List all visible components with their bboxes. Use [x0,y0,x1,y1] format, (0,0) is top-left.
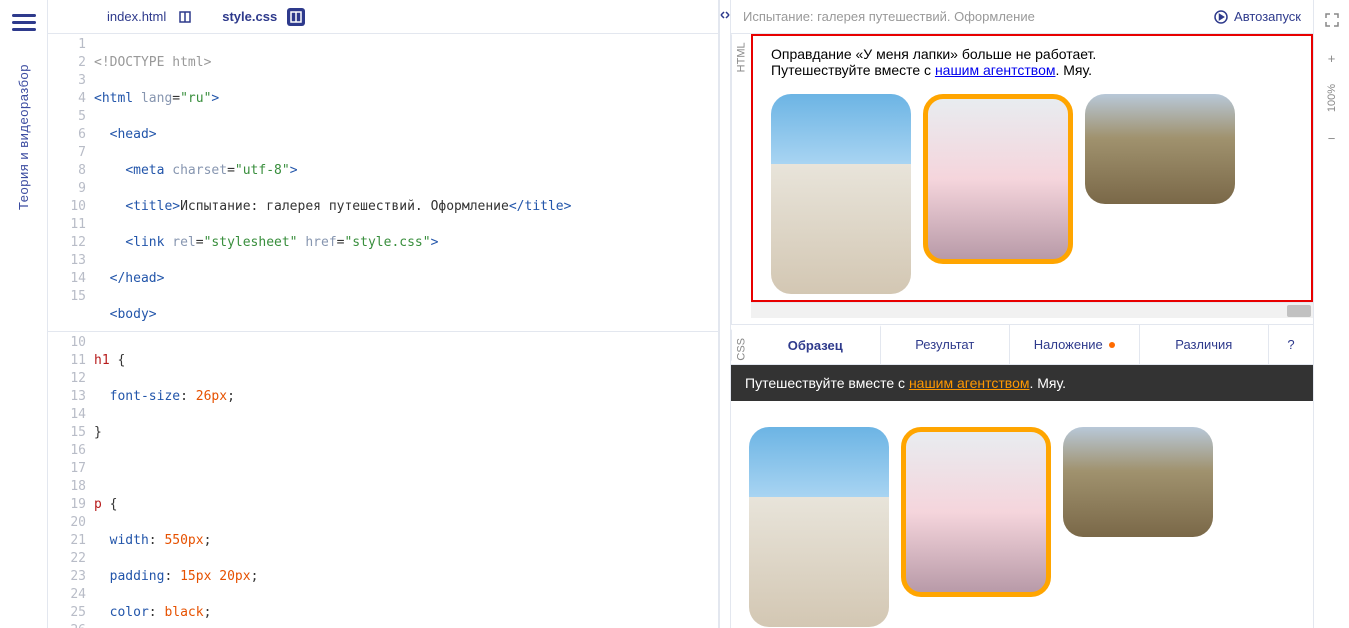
preview-render-bottom[interactable]: Путешествуйте вместе с нашим агентством.… [731,365,1313,628]
editor-area: index.html style.css 1234567891011121314… [48,0,719,628]
tab-sample[interactable]: Образец [751,325,881,364]
zoom-level: 100% [1326,84,1338,112]
preview-title: Испытание: галерея путешествий. Оформлен… [743,9,1214,24]
tab-label: style.css [222,9,277,24]
vertical-splitter[interactable] [719,0,731,628]
expand-icon[interactable] [1320,8,1344,32]
lang-label-html: HTML [731,34,751,324]
lang-label-css: CSS [731,330,751,361]
image-greece [771,94,911,294]
agency-link[interactable]: нашим агентством [909,375,1030,391]
line-gutter: 1011121314151617181920212223242526272829 [48,332,94,628]
image-japan [901,427,1051,597]
preview-header: Испытание: галерея путешествий. Оформлен… [731,0,1313,34]
preview-render-top[interactable]: Оправдание «У меня лапки» больше не рабо… [751,34,1313,324]
image-turkey [1085,94,1235,204]
editor-tabs: index.html style.css [48,0,718,34]
autorun-toggle[interactable]: Автозапуск [1214,9,1301,24]
tab-overlay[interactable]: Наложение [1010,325,1140,364]
tab-diff[interactable]: Различия [1140,325,1270,364]
editor-pane-css[interactable]: 1011121314151617181920212223242526272829… [48,332,718,628]
tab-result[interactable]: Результат [881,325,1011,364]
overlay-indicator-dot [1109,342,1115,348]
image-turkey [1063,427,1213,537]
sidebar-label[interactable]: Теория и видеоразбор [16,64,31,210]
menu-toggle-icon[interactable] [12,10,36,34]
zoom-in-button[interactable]: + [1320,46,1344,70]
split-icon[interactable] [176,8,194,26]
zoom-out-button[interactable]: − [1320,126,1344,150]
tab-index-html[interactable]: index.html [93,0,208,33]
image-japan [923,94,1073,264]
compare-tabs: CSS Образец Результат Наложение Различия… [731,325,1313,365]
right-rail: + 100% − [1313,0,1349,628]
rendered-dark-strip: Путешествуйте вместе с нашим агентством.… [731,365,1313,401]
gallery-row [771,94,1293,294]
line-gutter: 123456789101112131415 [48,34,94,331]
rendered-text: Оправдание «У меня лапки» больше не рабо… [771,46,1293,78]
autorun-label: Автозапуск [1234,9,1301,24]
tab-help[interactable]: ? [1269,325,1313,364]
gallery-row [749,427,1295,627]
image-greece [749,427,889,627]
code-css[interactable]: h1 { font-size: 26px; } p { width: 550px… [94,332,718,628]
horizontal-scrollbar[interactable] [751,302,1313,318]
split-icon[interactable] [287,8,305,26]
agency-link[interactable]: нашим агентством [935,62,1056,78]
tab-label: index.html [107,9,166,24]
code-html[interactable]: <!DOCTYPE html> <html lang="ru"> <head> … [94,34,718,331]
tab-style-css[interactable]: style.css [208,0,319,33]
editor-pane-html[interactable]: 123456789101112131415 <!DOCTYPE html> <h… [48,34,718,332]
